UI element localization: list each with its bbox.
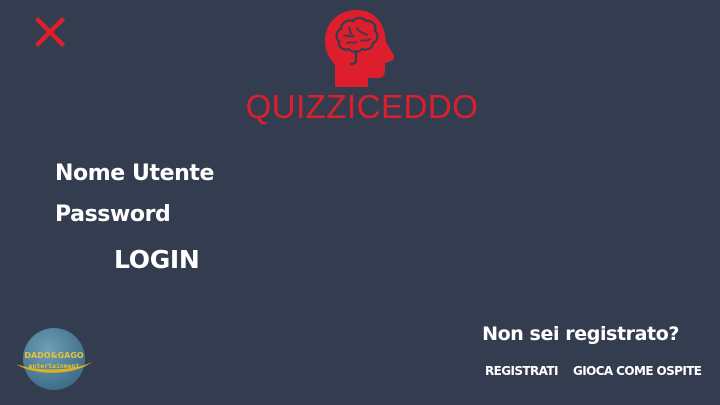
guest-play-button[interactable]: GIOCA COME OSPITE — [573, 364, 702, 378]
register-button[interactable]: REGISTRATI — [485, 364, 558, 378]
app-title: QUIZZICEDDO — [245, 88, 479, 125]
badge-subtitle: entertainment — [29, 362, 80, 370]
login-button[interactable]: LOGIN — [114, 245, 200, 274]
company-logo: DADO&GAGO entertainment — [16, 328, 92, 390]
app-logo: QUIZZICEDDO — [0, 8, 720, 125]
username-field[interactable]: Nome Utente — [55, 161, 214, 186]
brain-head-icon — [325, 10, 395, 87]
password-field[interactable]: Password — [55, 202, 171, 227]
register-prompt: Non sei registrato? — [482, 323, 679, 345]
badge-title: DADO&GAGO — [24, 351, 84, 360]
